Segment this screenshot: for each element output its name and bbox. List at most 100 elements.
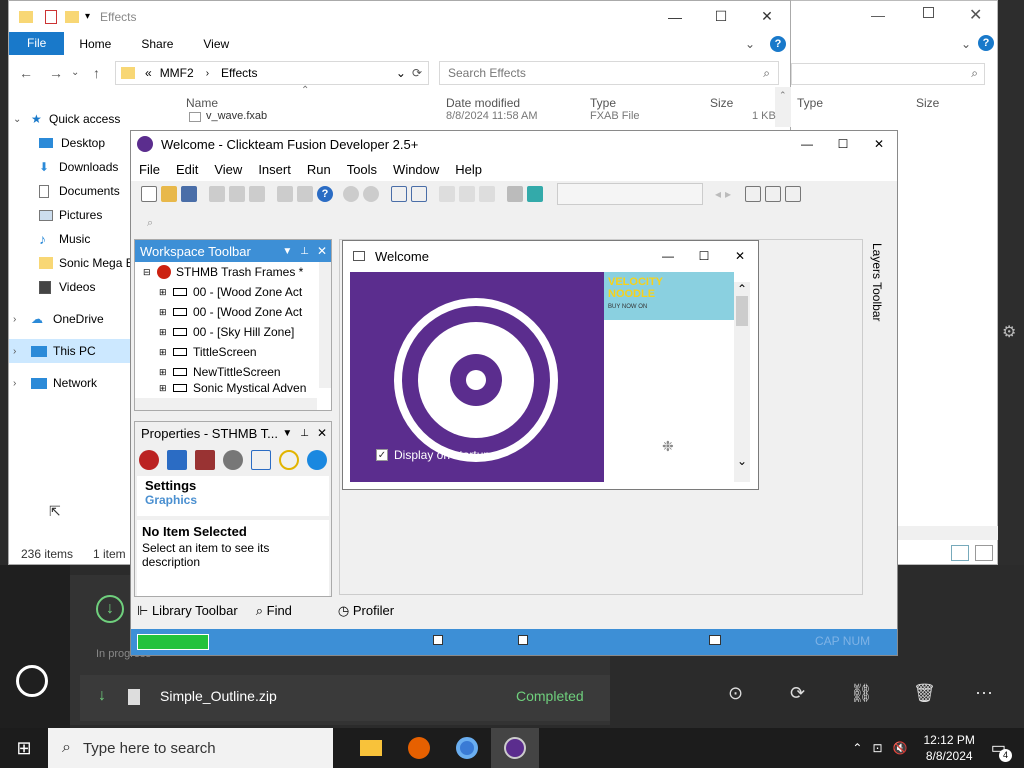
tiles-view-icon[interactable] — [975, 545, 993, 561]
pin-icon[interactable]: ⊥ — [300, 428, 309, 439]
data-elements-icon[interactable] — [479, 186, 495, 202]
event-list-icon[interactable] — [459, 186, 475, 202]
nav-onedrive[interactable]: › ☁ OneDrive — [9, 307, 134, 331]
expand-icon[interactable]: ⊞ — [159, 347, 173, 358]
minimize-button[interactable]: — — [871, 7, 885, 23]
more-icon[interactable]: ⋯ — [975, 683, 993, 704]
tree-item[interactable]: ⊞ Sonic Mystical Adven — [135, 382, 331, 394]
tree-item[interactable]: ⊞ NewTittleScreen — [135, 362, 331, 382]
notifications-icon[interactable]: ▭ 4 — [991, 738, 1012, 762]
gear-icon[interactable]: ⚙ — [1002, 322, 1016, 342]
paste-icon[interactable] — [249, 186, 265, 202]
tab-library-toolbar[interactable]: ⊩ Library Toolbar — [137, 603, 238, 619]
maximize-button[interactable]: ☐ — [698, 8, 744, 25]
panel-dropdown-icon[interactable]: ▼ — [282, 428, 292, 439]
about-tab-icon[interactable] — [279, 450, 299, 470]
search-box[interactable]: ⌕ — [791, 63, 985, 85]
forward-icon[interactable] — [363, 186, 379, 202]
network-icon[interactable]: ⊡ — [872, 741, 882, 755]
trash-icon[interactable]: 🗑 — [913, 683, 936, 704]
details-view-icon[interactable] — [951, 545, 969, 561]
chevron-down-icon[interactable]: ⌄ — [730, 37, 770, 51]
taskbar-search[interactable]: ⌕ Type here to search — [48, 728, 333, 768]
tab-profiler[interactable]: ◷ Profiler — [338, 603, 394, 619]
nav-documents[interactable]: Documents — [9, 179, 134, 203]
display-tab-icon[interactable] — [167, 450, 187, 470]
new-icon[interactable] — [141, 186, 157, 202]
help-icon[interactable]: ? — [770, 35, 786, 52]
refresh-icon[interactable]: ⟳ — [412, 66, 422, 80]
tab-find[interactable]: ⌕ Find — [256, 603, 292, 619]
tree-item[interactable]: ⊞ 00 - [Wood Zone Act — [135, 282, 331, 302]
address-bar[interactable]: « MMF2 › Effects ⌄ ⟳ — [115, 61, 429, 85]
tab-share[interactable]: Share — [126, 37, 188, 51]
new-folder-icon[interactable] — [65, 10, 79, 23]
open-icon[interactable] — [161, 186, 177, 202]
scroll-up-icon[interactable]: ⌃ — [734, 282, 750, 296]
display-on-startup[interactable]: ✓ Display on startup — [376, 448, 490, 462]
breadcrumb-overflow[interactable]: « — [145, 66, 152, 80]
nav-desktop[interactable]: Desktop — [9, 131, 134, 155]
close-button[interactable]: ✕ — [744, 8, 790, 25]
column-name[interactable]: Name — [186, 96, 218, 110]
firefox-icon[interactable] — [395, 728, 443, 768]
grid-tab-icon[interactable] — [251, 450, 271, 470]
minimize-button[interactable]: — — [789, 137, 825, 151]
tree-item[interactable]: ⊞ TittleScreen — [135, 342, 331, 362]
chrome-icon[interactable] — [443, 728, 491, 768]
app-logo-icon[interactable] — [16, 665, 48, 697]
redo-icon[interactable] — [297, 186, 313, 202]
build-icon[interactable] — [507, 186, 523, 202]
file-explorer-icon[interactable] — [347, 728, 395, 768]
nav-videos[interactable]: Videos — [9, 275, 134, 299]
tree-item[interactable]: ⊞ 00 - [Wood Zone Act — [135, 302, 331, 322]
column-type[interactable]: Type — [590, 96, 616, 110]
file-name[interactable]: v_wave.fxab — [206, 110, 267, 122]
checkbox-checked-icon[interactable]: ✓ — [376, 449, 388, 461]
close-button[interactable]: ✕ — [722, 249, 758, 263]
vertical-scrollbar[interactable] — [319, 262, 331, 388]
expand-arrow-icon[interactable]: ⌄ — [13, 114, 31, 125]
row-checkbox[interactable] — [189, 112, 201, 122]
menu-insert[interactable]: Insert — [250, 162, 299, 177]
nav-quick-access[interactable]: ⌄ ★ Quick access — [9, 107, 134, 131]
breadcrumb-mmf2[interactable]: MMF2 — [160, 66, 194, 80]
news-scrollbar[interactable]: ⌃ ⌄ — [734, 282, 750, 482]
nav-downloads[interactable]: ⬇ Downloads — [9, 155, 134, 179]
search-icon[interactable]: ⌕ — [147, 217, 153, 230]
maximize-button[interactable]: ☐ — [825, 137, 861, 151]
horizontal-scrollbar[interactable] — [135, 398, 317, 410]
undo-icon[interactable] — [277, 186, 293, 202]
frame-editor-icon[interactable] — [411, 186, 427, 202]
scroll-down-icon[interactable]: ⌄ — [737, 454, 747, 468]
copy-icon[interactable] — [229, 186, 245, 202]
search-input[interactable]: Search Effects — [448, 66, 526, 80]
nav-this-pc[interactable]: › This PC — [9, 339, 134, 363]
runtime-tab-icon[interactable] — [195, 450, 215, 470]
expand-icon[interactable]: ⊞ — [159, 383, 173, 394]
expand-icon[interactable]: ⊞ — [159, 287, 173, 298]
quick-access-dropdown-icon[interactable]: ▾ — [85, 11, 90, 22]
back-arrow-icon[interactable]: ← — [19, 65, 33, 81]
forward-arrow-icon[interactable]: → — [49, 65, 63, 81]
download-action-icon[interactable]: ⊙ — [728, 683, 743, 704]
prev-frame-icon[interactable]: ◂ — [715, 187, 721, 201]
expand-arrow-icon[interactable]: › — [13, 314, 31, 325]
clock[interactable]: 12:12 PM 8/8/2024 — [924, 732, 975, 764]
menu-file[interactable]: File — [131, 162, 168, 177]
menu-help[interactable]: Help — [447, 162, 490, 177]
volume-muted-icon[interactable]: 🔇 — [893, 741, 908, 755]
column-size[interactable]: Size — [916, 96, 939, 110]
chevron-down-icon[interactable]: ⌄ — [961, 37, 971, 51]
tab-view[interactable]: View — [188, 37, 244, 51]
next-frame-icon[interactable]: ▸ — [725, 187, 731, 201]
tab-file[interactable]: File — [9, 32, 65, 55]
windows-tab-icon[interactable] — [307, 450, 327, 470]
layout-icon-3[interactable] — [785, 186, 802, 202]
expand-arrow-icon[interactable]: › — [13, 346, 31, 357]
nav-sonic-mega[interactable]: Sonic Mega E — [9, 251, 134, 275]
menu-tools[interactable]: Tools — [339, 162, 385, 177]
download-row[interactable]: ↓ Simple_Outline.zip Completed — [80, 675, 610, 721]
pin-icon[interactable]: ⊥ — [300, 246, 309, 257]
recent-locations-icon[interactable]: ⌄ — [71, 67, 79, 78]
